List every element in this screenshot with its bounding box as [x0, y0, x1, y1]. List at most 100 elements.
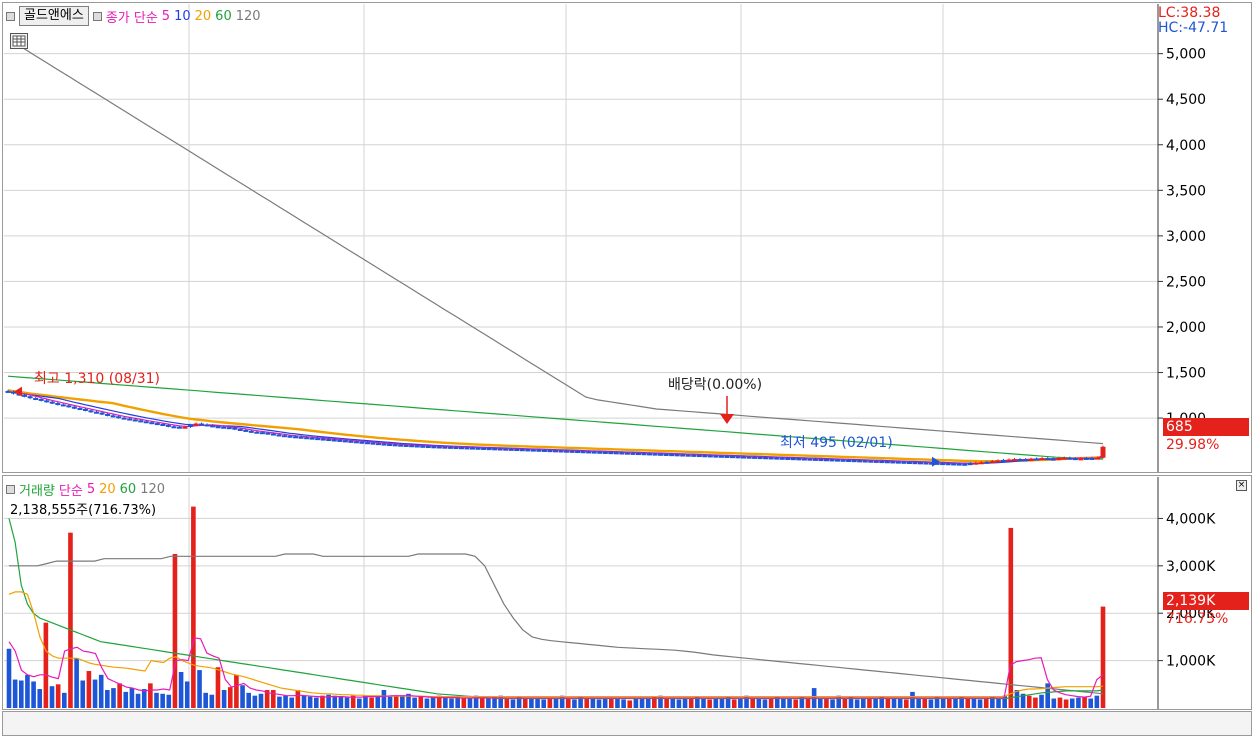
ma-period-5[interactable]: 5: [162, 9, 170, 24]
volume-bar: [129, 688, 135, 708]
volume-bar: [62, 692, 67, 708]
volume-bar: [55, 684, 61, 708]
candle-body: [1039, 458, 1045, 461]
candle-body: [901, 461, 907, 464]
volume-bar: [277, 696, 282, 708]
candle-body: [497, 448, 503, 451]
volume-bar: [1057, 697, 1063, 708]
candle-body: [962, 463, 968, 466]
candle-body: [553, 450, 558, 453]
ma-period-120[interactable]: 120: [236, 9, 261, 24]
volume-title[interactable]: 거래량: [19, 480, 55, 499]
candle-body: [602, 451, 608, 454]
candle-body: [558, 450, 564, 453]
stock-name-button[interactable]: 골드앤에스: [19, 6, 89, 26]
volume-bar: [904, 699, 909, 708]
candle-body: [337, 439, 343, 442]
volume-bar: [719, 698, 725, 708]
candle-body: [403, 444, 409, 447]
candle-body: [630, 452, 636, 455]
candle-body: [22, 394, 28, 397]
candle-body: [823, 459, 829, 462]
volume-bar: [1069, 698, 1075, 708]
volume-bar: [756, 697, 762, 708]
lc-hc-info: LC:38.38 HC:-47.71: [1158, 6, 1228, 36]
candle-body: [154, 423, 160, 426]
low-marker-icon: [932, 456, 940, 467]
volume-bar: [295, 689, 301, 708]
candle-body: [259, 432, 265, 435]
vol-y-tick-label: 4,000K: [1166, 511, 1216, 527]
volume-bar: [246, 692, 252, 708]
candle-body: [741, 456, 747, 459]
ma-period-20[interactable]: 20: [195, 9, 212, 24]
y-tick-label: 2,000: [1166, 320, 1206, 336]
candle-body: [304, 437, 310, 440]
candle-body: [486, 448, 492, 451]
ma-period-10[interactable]: 10: [174, 9, 191, 24]
candle-body: [387, 444, 393, 447]
candle-body: [143, 421, 149, 424]
volume-bar: [301, 695, 307, 708]
candle-body: [1089, 457, 1095, 460]
current-volume-text: 2,138,555주(716.73%): [10, 503, 157, 518]
volume-bar: [160, 693, 165, 708]
vol-y-tick-label: 1,000K: [1166, 654, 1216, 670]
candle-body: [1000, 459, 1006, 462]
candle-body: [658, 453, 664, 456]
candle-body: [669, 454, 675, 457]
candle-body: [613, 452, 619, 455]
price-change-pct: 29.98%: [1166, 437, 1220, 453]
volume-bar: [86, 671, 92, 708]
x-axis-bar[interactable]: [2, 711, 1252, 736]
volume-bar: [1039, 694, 1044, 708]
candle-body: [475, 447, 481, 450]
volume-bar: [443, 697, 448, 708]
y-tick-label: 4,000: [1166, 138, 1206, 154]
candle-body: [873, 460, 879, 463]
candle-body: [199, 423, 205, 426]
candle-body: [298, 436, 304, 439]
candle-body: [49, 401, 55, 404]
vol-ma-period-20[interactable]: 20: [99, 482, 116, 497]
volume-bar: [313, 697, 319, 708]
volume-bar: [363, 695, 368, 708]
current-price-tag: 685: [1163, 418, 1249, 436]
volume-bar: [916, 698, 921, 708]
vol-ma-period-60[interactable]: 60: [120, 482, 137, 497]
ma-period-60[interactable]: 60: [215, 9, 232, 24]
volume-bar: [541, 699, 547, 708]
candle-body: [951, 463, 957, 466]
candle-body: [293, 436, 299, 439]
candle-body: [221, 426, 227, 429]
volume-bar: [627, 700, 633, 708]
candle-body: [641, 453, 647, 456]
candle-body: [105, 413, 111, 416]
candle-body: [270, 433, 276, 436]
candle-body: [453, 447, 459, 450]
y-tick-label: 1,500: [1166, 366, 1206, 382]
volume-bar: [885, 698, 891, 708]
candle-body: [752, 456, 758, 459]
volume-bar: [344, 697, 350, 708]
candle-body: [364, 442, 370, 445]
candle-body: [884, 461, 890, 464]
candle-body: [1078, 458, 1084, 461]
volume-bar: [713, 697, 719, 708]
volume-bar: [49, 686, 55, 708]
y-tick-label: 4,500: [1166, 92, 1206, 108]
candle-body: [210, 425, 216, 428]
candle-body: [77, 408, 83, 411]
close-icon[interactable]: ×: [1236, 480, 1247, 491]
volume-bar: [688, 697, 694, 708]
ma-label: 종가 단순: [105, 10, 158, 26]
candle-body: [879, 461, 885, 464]
volume-bar: [215, 667, 221, 708]
candle-body: [420, 445, 426, 448]
vol-ma-period-5[interactable]: 5: [87, 482, 95, 497]
vol-ma-period-120[interactable]: 120: [140, 482, 165, 497]
volume-bar: [68, 532, 73, 708]
candle-body: [912, 462, 918, 465]
volume-bar: [805, 698, 811, 708]
table-icon[interactable]: [10, 33, 28, 49]
